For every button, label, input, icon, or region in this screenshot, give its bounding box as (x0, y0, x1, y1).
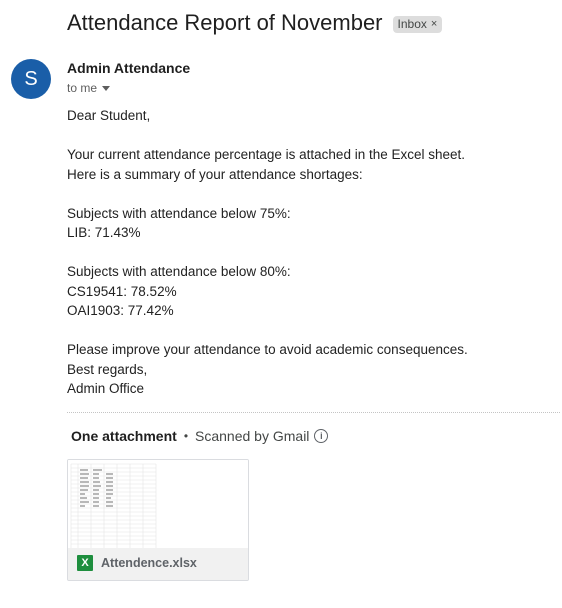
attachment-count: One attachment (71, 428, 177, 444)
body-line (67, 184, 468, 204)
recipient-text: to me (67, 81, 98, 95)
inbox-label-text: Inbox (397, 16, 427, 31)
info-icon[interactable]: i (314, 429, 329, 443)
scanned-by-gmail: Scanned by Gmail (195, 428, 310, 444)
body-line: Here is a summary of your attendance sho… (67, 166, 363, 182)
body-line (67, 126, 468, 146)
attachment-file-name[interactable]: Attendence.xlsx (101, 556, 197, 570)
recipient-details-toggle[interactable]: to me (67, 81, 111, 95)
attachment-card[interactable]: X Attendence.xlsx (67, 459, 249, 581)
attachments-header: One attachment • Scanned by Gmail i (71, 428, 329, 444)
body-line: Subjects with attendance below 80%: (67, 264, 291, 279)
spreadsheet-thumbnail (68, 460, 248, 548)
attachment-footer: X Attendence.xlsx (68, 548, 248, 580)
body-line: Dear Student, (67, 108, 151, 123)
body-line: CS19541: 78.52% (67, 283, 177, 299)
email-subject-row: Attendance Report of November Inbox × (67, 10, 443, 36)
body-line: OAI1903: 77.42% (67, 303, 174, 318)
body-line: LIB: 71.43% (67, 225, 141, 240)
remove-label-icon[interactable]: × (431, 18, 437, 30)
attachments-divider (67, 412, 560, 413)
body-line: Best regards, (67, 361, 148, 377)
body-line: Your current attendance percentage is at… (67, 147, 466, 162)
header-separator: • (183, 429, 189, 443)
chevron-down-icon[interactable] (102, 85, 111, 91)
body-line: Subjects with attendance below 75%: (67, 205, 291, 221)
sender-avatar[interactable]: S (11, 59, 51, 99)
excel-icon: X (77, 555, 93, 571)
body-line: Admin Office (67, 381, 145, 396)
sender-name[interactable]: Admin Attendance (67, 60, 190, 76)
inbox-label-chip[interactable]: Inbox × (392, 15, 443, 33)
body-line (67, 321, 468, 341)
body-line (67, 243, 468, 263)
email-body: Dear Student, Your current attendance pe… (67, 106, 468, 399)
email-subject: Attendance Report of November (67, 10, 383, 35)
body-line: Please improve your attendance to avoid … (67, 342, 468, 357)
avatar-letter: S (24, 67, 38, 90)
